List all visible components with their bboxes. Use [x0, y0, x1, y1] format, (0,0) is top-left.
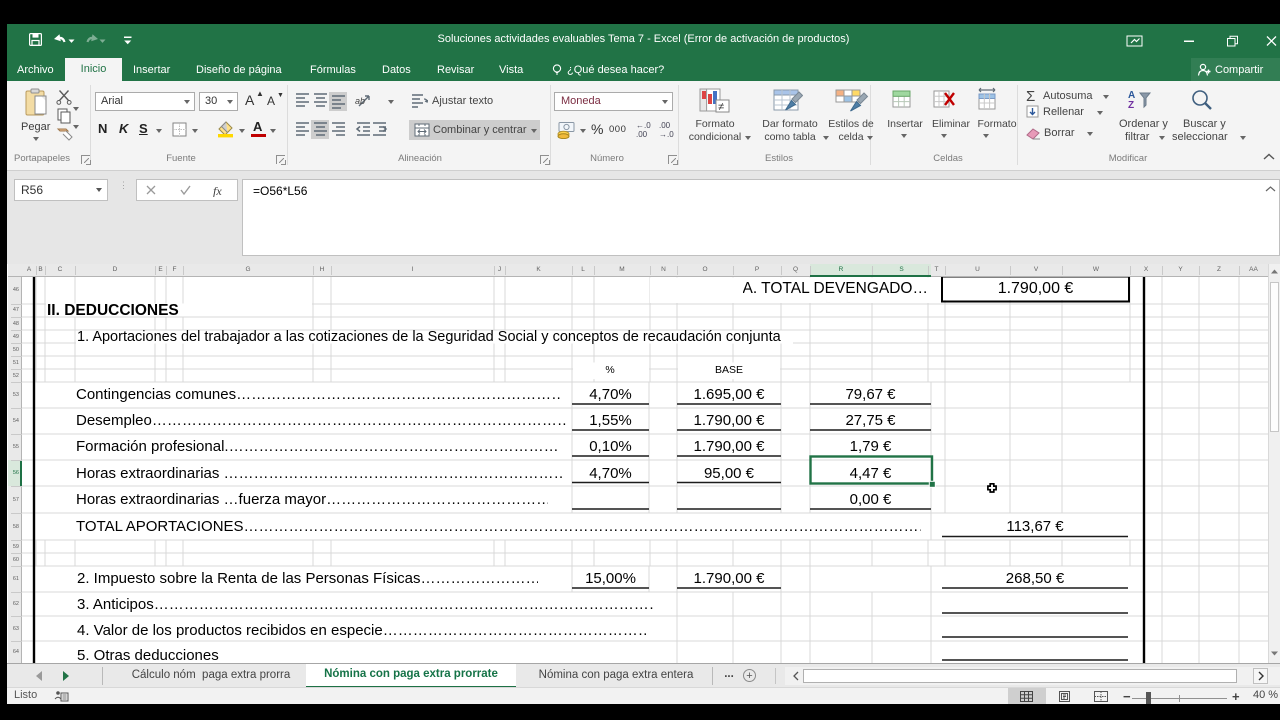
- svg-text:Z: Z: [1128, 100, 1134, 109]
- svg-text:ab: ab: [355, 96, 365, 106]
- svg-text:≠: ≠: [718, 101, 724, 113]
- svg-text:fx: fx: [213, 184, 222, 197]
